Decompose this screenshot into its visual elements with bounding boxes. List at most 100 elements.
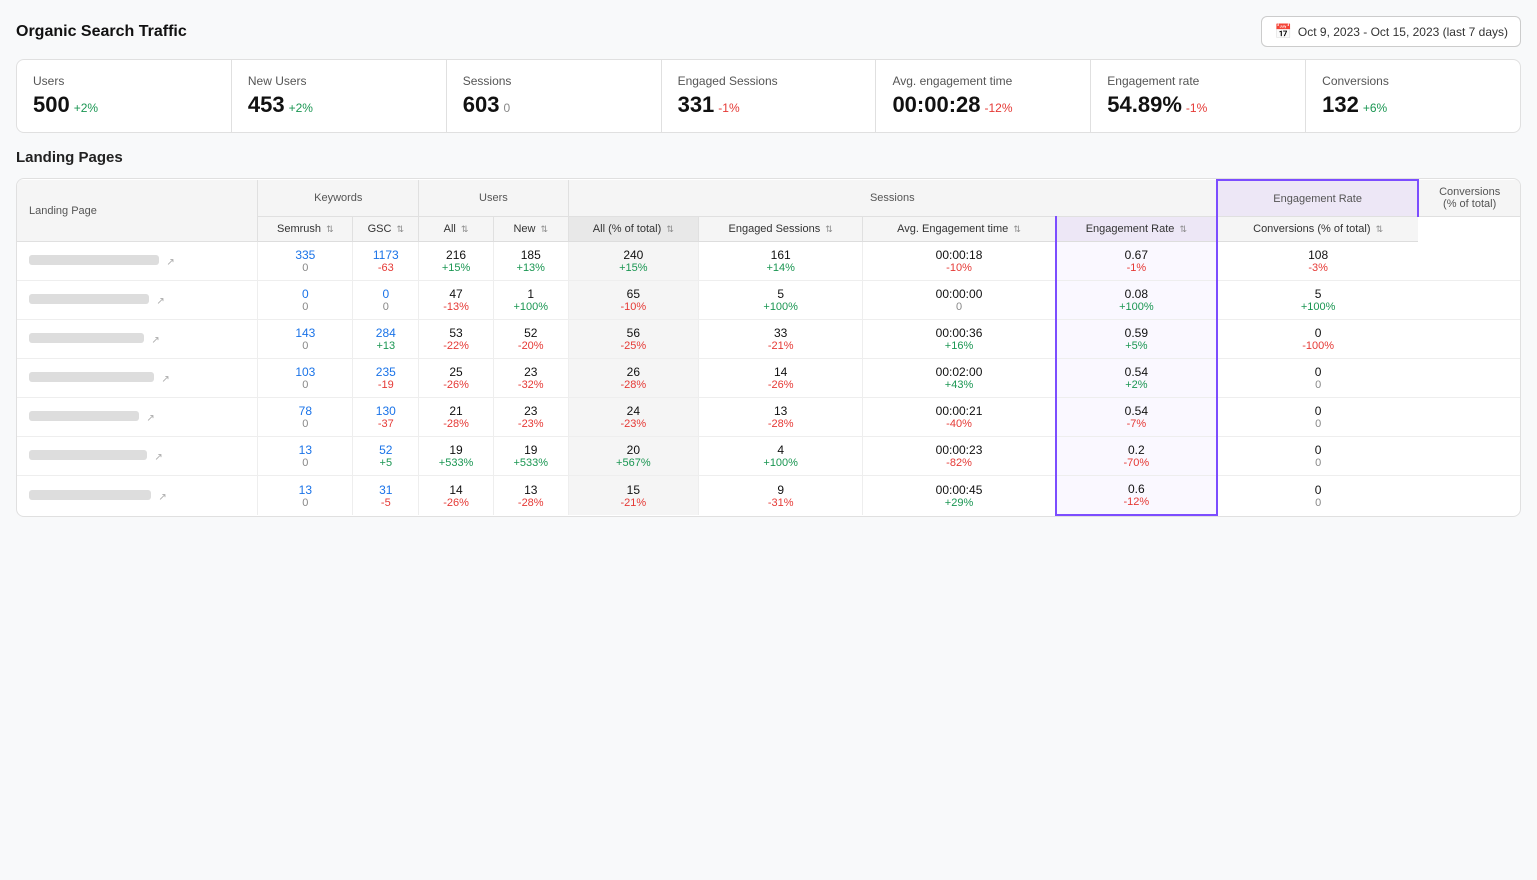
engaged-sub: -21% xyxy=(707,340,854,352)
stat-conversions-delta: +6% xyxy=(1363,101,1387,115)
external-link-icon[interactable]: ↗ xyxy=(151,335,159,346)
stat-engaged-sessions-delta: -1% xyxy=(718,101,739,115)
avg-time-main: 00:00:45 xyxy=(871,483,1046,497)
cell-users-new: 52 -20% xyxy=(493,320,568,359)
sessions-all-sub: -23% xyxy=(577,418,690,430)
landing-page-blur xyxy=(29,450,147,460)
cell-sessions-all: 15 -21% xyxy=(568,476,698,516)
col-semrush[interactable]: Semrush ⇅ xyxy=(258,217,353,242)
cell-users-new: 1 +100% xyxy=(493,281,568,320)
avg-time-sub: -82% xyxy=(871,457,1046,469)
stat-sessions: Sessions 603 0 xyxy=(447,60,662,132)
date-range-label: Oct 9, 2023 - Oct 15, 2023 (last 7 days) xyxy=(1298,25,1508,39)
users-all-sub: +533% xyxy=(427,457,485,469)
cell-users-all: 47 -13% xyxy=(419,281,494,320)
col-sessions-all[interactable]: All (% of total) ⇅ xyxy=(568,217,698,242)
cell-sessions-all: 26 -28% xyxy=(568,359,698,398)
semrush-sub: 0 xyxy=(266,497,344,509)
avg-time-sub: -40% xyxy=(871,418,1046,430)
sessions-all-sub: -25% xyxy=(577,340,690,352)
col-conversions[interactable]: Conversions (% of total) ⇅ xyxy=(1217,217,1418,242)
sort-icon-engagement-rate: ⇅ xyxy=(1179,224,1187,234)
external-link-icon[interactable]: ↗ xyxy=(161,374,169,385)
cell-avg-time: 00:00:00 0 xyxy=(863,281,1056,320)
stat-avg-engagement: Avg. engagement time 00:00:28 -12% xyxy=(876,60,1091,132)
cell-engaged-sessions: 13 -28% xyxy=(699,398,863,437)
col-users-new[interactable]: New ⇅ xyxy=(493,217,568,242)
cell-gsc: 31 -5 xyxy=(353,476,419,516)
external-link-icon[interactable]: ↗ xyxy=(154,452,162,463)
cell-semrush: 143 0 xyxy=(258,320,353,359)
eng-rate-main: 0.54 xyxy=(1065,404,1208,418)
cell-avg-time: 00:00:23 -82% xyxy=(863,437,1056,476)
eng-rate-sub: -1% xyxy=(1065,262,1208,274)
avg-time-sub: 0 xyxy=(871,301,1046,313)
cell-semrush: 13 0 xyxy=(258,476,353,516)
sessions-all-sub: -21% xyxy=(577,497,690,509)
stat-engaged-sessions-label: Engaged Sessions xyxy=(678,74,860,88)
stat-avg-engagement-value: 00:00:28 xyxy=(892,92,980,118)
conv-sub: +100% xyxy=(1226,301,1410,313)
users-new-main: 23 xyxy=(502,404,560,418)
sort-icon-semrush: ⇅ xyxy=(326,224,334,234)
page-header: Organic Search Traffic 📅 Oct 9, 2023 - O… xyxy=(16,16,1521,47)
external-link-icon[interactable]: ↗ xyxy=(146,413,154,424)
cell-sessions-all: 24 -23% xyxy=(568,398,698,437)
users-all-sub: -26% xyxy=(427,497,485,509)
eng-rate-sub: -70% xyxy=(1065,457,1208,469)
eng-rate-main: 0.59 xyxy=(1065,326,1208,340)
conv-main: 0 xyxy=(1226,483,1410,497)
cell-engaged-sessions: 9 -31% xyxy=(699,476,863,516)
semrush-main: 13 xyxy=(266,483,344,497)
cell-engaged-sessions: 4 +100% xyxy=(699,437,863,476)
gsc-main: 235 xyxy=(361,365,410,379)
semrush-main: 78 xyxy=(266,404,344,418)
cell-conversions: 108 -3% xyxy=(1217,242,1418,281)
conv-sub: 0 xyxy=(1226,418,1410,430)
external-link-icon[interactable]: ↗ xyxy=(166,257,174,268)
external-link-icon[interactable]: ↗ xyxy=(158,492,166,503)
semrush-sub: 0 xyxy=(266,301,344,313)
col-engaged-sessions[interactable]: Engaged Sessions ⇅ xyxy=(699,217,863,242)
stat-users-delta: +2% xyxy=(74,101,98,115)
users-all-main: 216 xyxy=(427,248,485,262)
engaged-main: 14 xyxy=(707,365,854,379)
cell-users-all: 21 -28% xyxy=(419,398,494,437)
cell-users-new: 185 +13% xyxy=(493,242,568,281)
gsc-main: 130 xyxy=(361,404,410,418)
avg-time-main: 00:00:21 xyxy=(871,404,1046,418)
cell-engagement-rate: 0.08 +100% xyxy=(1056,281,1217,320)
sessions-all-sub: -10% xyxy=(577,301,690,313)
avg-time-main: 00:02:00 xyxy=(871,365,1046,379)
engaged-sub: +100% xyxy=(707,301,854,313)
stat-conversions: Conversions 132 +6% xyxy=(1306,60,1520,132)
conv-main: 0 xyxy=(1226,326,1410,340)
cell-avg-time: 00:00:21 -40% xyxy=(863,398,1056,437)
date-range-button[interactable]: 📅 Oct 9, 2023 - Oct 15, 2023 (last 7 day… xyxy=(1261,16,1521,47)
stat-conversions-label: Conversions xyxy=(1322,74,1504,88)
stats-bar: Users 500 +2% New Users 453 +2% Sessions… xyxy=(16,59,1521,133)
users-all-sub: -26% xyxy=(427,379,485,391)
cell-users-all: 216 +15% xyxy=(419,242,494,281)
landing-page-cell: ↗ xyxy=(17,320,258,359)
table-row: ↗ 0 0 0 0 47 -13% 1 +100% 65 -10% 5 +100… xyxy=(17,281,1520,320)
col-engagement-rate[interactable]: Engagement Rate ⇅ xyxy=(1056,217,1217,242)
sort-icon-conversions: ⇅ xyxy=(1376,224,1384,234)
external-link-icon[interactable]: ↗ xyxy=(156,296,164,307)
users-all-sub: -13% xyxy=(427,301,485,313)
landing-page-cell: ↗ xyxy=(17,281,258,320)
avg-time-sub: +43% xyxy=(871,379,1046,391)
eng-rate-main: 0.67 xyxy=(1065,248,1208,262)
semrush-main: 13 xyxy=(266,443,344,457)
gsc-sub: +5 xyxy=(361,457,410,469)
section-title: Landing Pages xyxy=(16,149,1521,166)
col-gsc[interactable]: GSC ⇅ xyxy=(353,217,419,242)
landing-page-cell: ↗ xyxy=(17,476,258,516)
cell-users-new: 13 -28% xyxy=(493,476,568,516)
sort-icon-users-new: ⇅ xyxy=(541,224,549,234)
col-avg-engagement-time[interactable]: Avg. Engagement time ⇅ xyxy=(863,217,1056,242)
table-row: ↗ 78 0 130 -37 21 -28% 23 -23% 24 -23% 1… xyxy=(17,398,1520,437)
semrush-sub: 0 xyxy=(266,262,344,274)
engaged-main: 161 xyxy=(707,248,854,262)
col-users-all[interactable]: All ⇅ xyxy=(419,217,494,242)
